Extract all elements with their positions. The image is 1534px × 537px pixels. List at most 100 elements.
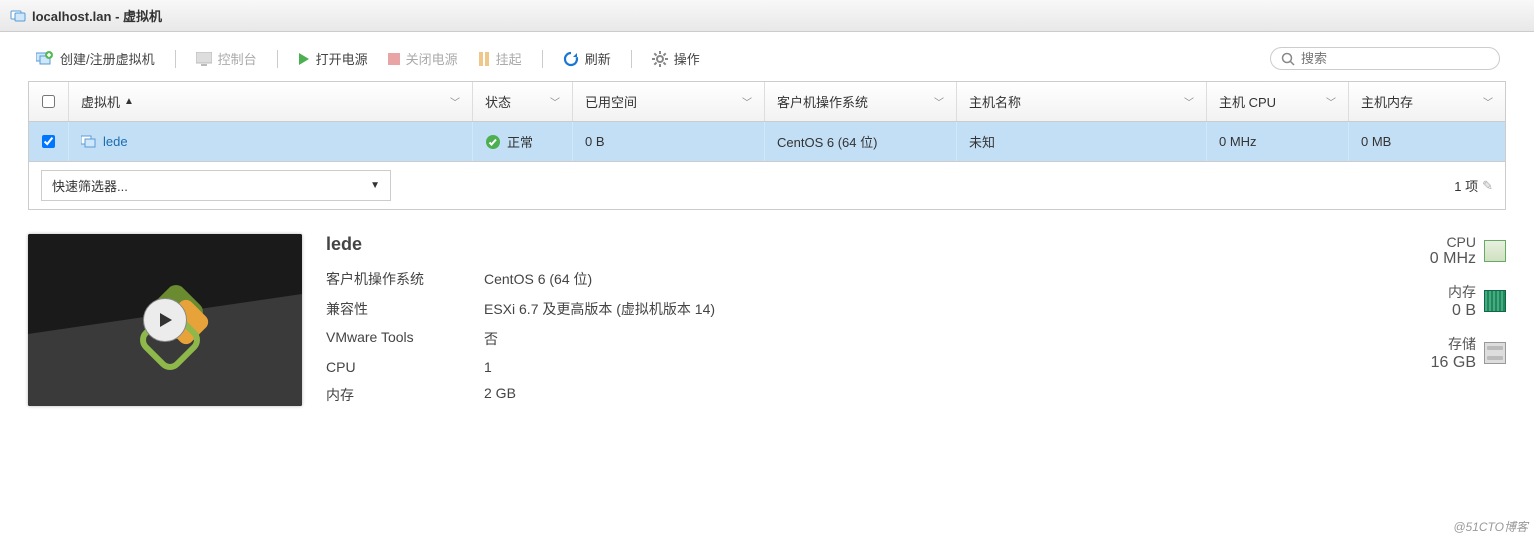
cell-cpu: 0 MHz — [1207, 122, 1349, 161]
create-label: 创建/注册虚拟机 — [60, 49, 155, 68]
status-ok-icon — [485, 134, 501, 150]
refresh-label: 刷新 — [585, 49, 611, 68]
quick-filter-label: 快速筛选器... — [52, 176, 128, 195]
actions-label: 操作 — [674, 49, 700, 68]
create-register-vm-button[interactable]: 创建/注册虚拟机 — [28, 46, 163, 71]
resource-stats: CPU 0 MHz 内存 0 B 存储 16 GB — [1430, 234, 1506, 372]
table-header: 虚拟机 ▲﹀ 状态﹀ 已用空间﹀ 客户机操作系统﹀ 主机名称﹀ 主机 CPU﹀ … — [29, 82, 1505, 122]
search-icon — [1281, 52, 1295, 66]
table-row[interactable]: lede 正常 0 B CentOS 6 (64 位) 未知 0 MHz 0 M… — [29, 122, 1505, 161]
chevron-down-icon[interactable]: ﹀ — [1184, 94, 1194, 109]
stat-disk: 存储 16 GB — [1430, 334, 1506, 372]
row-count: 1 项 ✎ — [1454, 176, 1493, 195]
row-checkbox[interactable] — [42, 135, 55, 148]
label-tools: VMware Tools — [326, 329, 424, 349]
header-status[interactable]: 状态﹀ — [473, 82, 573, 121]
disk-icon — [1484, 342, 1506, 364]
header-checkbox-cell[interactable] — [29, 82, 69, 121]
chevron-down-icon[interactable]: ﹀ — [1326, 94, 1336, 109]
cell-space: 0 B — [573, 122, 765, 161]
header-hostname[interactable]: 主机名称﹀ — [957, 82, 1207, 121]
suspend-button[interactable]: 挂起 — [470, 46, 530, 71]
window-header: localhost.lan - 虚拟机 — [0, 0, 1534, 32]
power-on-label: 打开电源 — [316, 49, 368, 68]
edit-columns-icon[interactable]: ✎ — [1482, 178, 1493, 194]
sort-asc-icon: ▲ — [124, 96, 134, 107]
details-info: lede 客户机操作系统 CentOS 6 (64 位) 兼容性 ESXi 6.… — [326, 234, 715, 405]
chevron-down-icon[interactable]: ﹀ — [550, 94, 560, 109]
stat-cpu-value: 0 MHz — [1430, 250, 1476, 268]
search-box[interactable] — [1270, 47, 1500, 70]
chevron-down-icon[interactable]: ﹀ — [742, 94, 752, 109]
memory-chip-icon — [1484, 290, 1506, 312]
play-button[interactable] — [143, 298, 187, 342]
select-all-checkbox[interactable] — [42, 95, 55, 108]
search-input[interactable] — [1301, 51, 1489, 66]
header-mem[interactable]: 主机内存﹀ — [1349, 82, 1505, 121]
header-cpu[interactable]: 主机 CPU﹀ — [1207, 82, 1349, 121]
stat-disk-label: 存储 — [1448, 334, 1476, 354]
stat-cpu: CPU 0 MHz — [1430, 234, 1506, 268]
power-off-label: 关闭电源 — [406, 49, 458, 68]
value-mem: 2 GB — [484, 385, 715, 405]
vm-table: 虚拟机 ▲﹀ 状态﹀ 已用空间﹀ 客户机操作系统﹀ 主机名称﹀ 主机 CPU﹀ … — [28, 81, 1506, 210]
chevron-down-icon[interactable]: ﹀ — [934, 94, 944, 109]
power-off-button[interactable]: 关闭电源 — [380, 46, 466, 71]
value-tools: 否 — [484, 329, 715, 349]
gear-icon — [652, 51, 668, 67]
console-icon — [196, 52, 212, 66]
value-compat: ESXi 6.7 及更高版本 (虚拟机版本 14) — [484, 299, 715, 319]
pause-icon — [478, 52, 490, 66]
separator — [542, 50, 543, 68]
header-os[interactable]: 客户机操作系统﹀ — [765, 82, 957, 121]
vm-details: lede 客户机操作系统 CentOS 6 (64 位) 兼容性 ESXi 6.… — [0, 210, 1534, 430]
stat-disk-value: 16 GB — [1431, 354, 1476, 372]
separator — [277, 50, 278, 68]
suspend-label: 挂起 — [496, 49, 522, 68]
vm-icon — [81, 135, 97, 149]
stat-mem-value: 0 B — [1452, 302, 1476, 320]
stop-icon — [388, 53, 400, 65]
label-mem: 内存 — [326, 385, 424, 405]
power-on-button[interactable]: 打开电源 — [290, 46, 376, 71]
toolbar: 创建/注册虚拟机 控制台 打开电源 关闭电源 挂起 刷新 — [0, 32, 1534, 81]
value-os: CentOS 6 (64 位) — [484, 269, 715, 289]
label-compat: 兼容性 — [326, 299, 424, 319]
console-label: 控制台 — [218, 49, 257, 68]
console-thumbnail[interactable] — [28, 234, 302, 406]
cpu-chip-icon — [1484, 240, 1506, 262]
stat-cpu-label: CPU — [1446, 234, 1476, 250]
play-icon — [298, 52, 310, 66]
refresh-button[interactable]: 刷新 — [555, 46, 619, 71]
separator — [175, 50, 176, 68]
page-title: localhost.lan - 虚拟机 — [32, 6, 162, 25]
chevron-down-icon: ▼ — [370, 180, 380, 191]
stat-mem: 内存 0 B — [1430, 282, 1506, 320]
header-space[interactable]: 已用空间﹀ — [573, 82, 765, 121]
details-vm-name: lede — [326, 234, 715, 255]
host-icon — [10, 8, 26, 24]
cell-status: 正常 — [473, 122, 573, 161]
cell-vm-name[interactable]: lede — [69, 122, 473, 161]
cell-mem: 0 MB — [1349, 122, 1505, 161]
value-cpu: 1 — [484, 359, 715, 375]
console-button[interactable]: 控制台 — [188, 46, 265, 71]
actions-button[interactable]: 操作 — [644, 46, 708, 71]
watermark: @51CTO博客 — [1453, 518, 1528, 535]
label-os: 客户机操作系统 — [326, 269, 424, 289]
quick-filter-select[interactable]: 快速筛选器... ▼ — [41, 170, 391, 201]
cell-os: CentOS 6 (64 位) — [765, 122, 957, 161]
refresh-icon — [563, 51, 579, 67]
label-cpu: CPU — [326, 359, 424, 375]
cell-hostname: 未知 — [957, 122, 1207, 161]
row-checkbox-cell[interactable] — [29, 122, 69, 161]
table-footer: 快速筛选器... ▼ 1 项 ✎ — [29, 161, 1505, 209]
separator — [631, 50, 632, 68]
vm-name-link[interactable]: lede — [103, 134, 128, 149]
create-vm-icon — [36, 51, 54, 67]
chevron-down-icon[interactable]: ﹀ — [450, 94, 460, 109]
chevron-down-icon[interactable]: ﹀ — [1483, 94, 1493, 109]
thumbnail-overlay — [28, 234, 302, 406]
header-vm[interactable]: 虚拟机 ▲﹀ — [69, 82, 473, 121]
stat-mem-label: 内存 — [1448, 282, 1476, 302]
